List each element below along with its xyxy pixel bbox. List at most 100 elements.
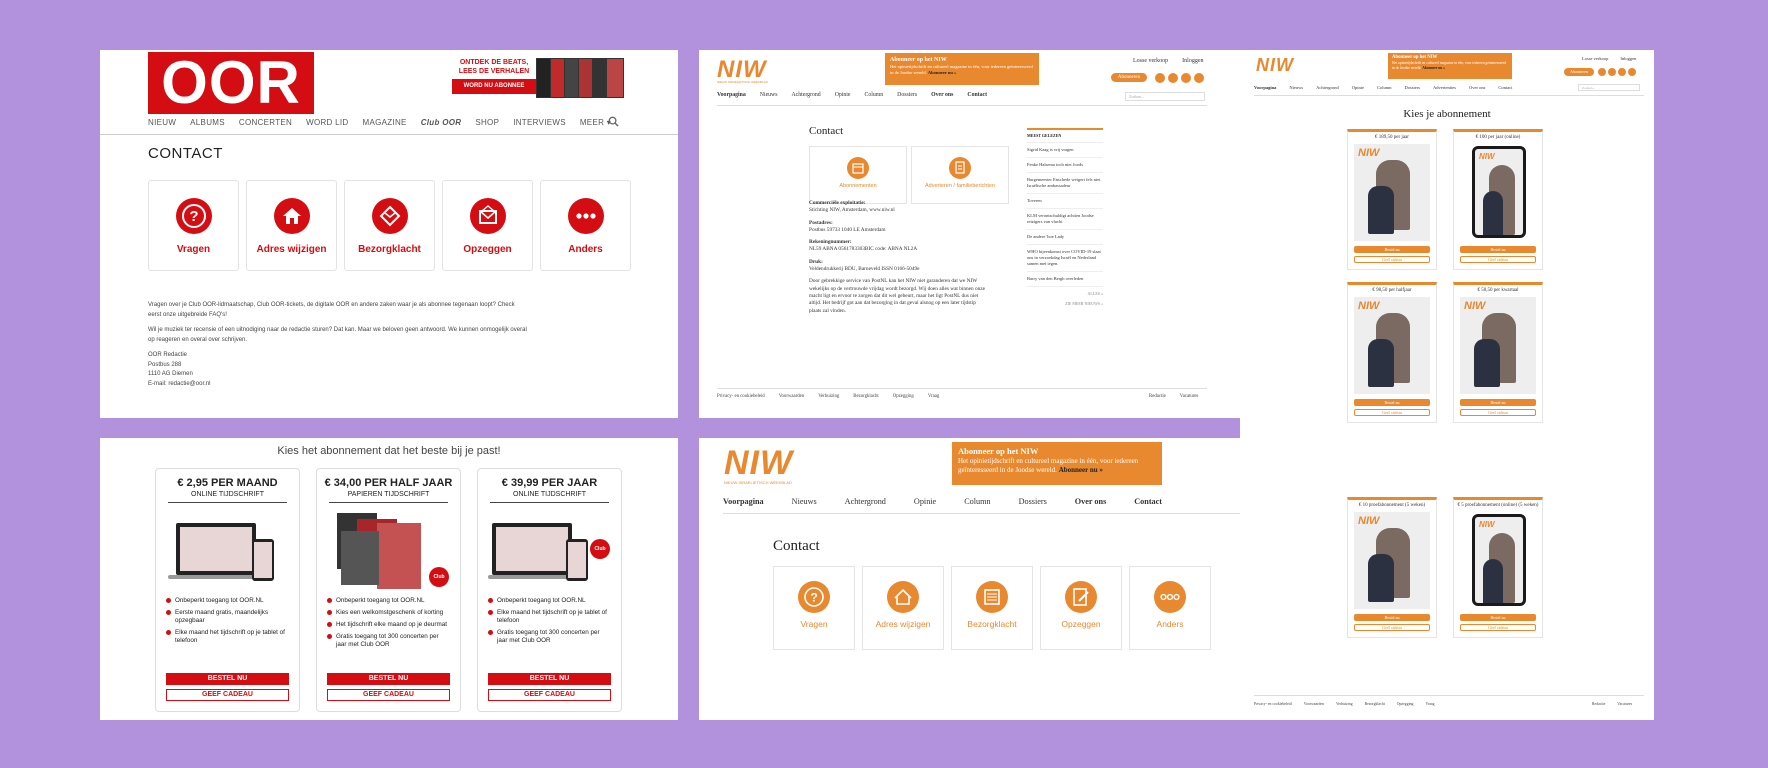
footer-link[interactable]: Privacy- en cookiebeleid bbox=[1254, 702, 1292, 706]
nav-item[interactable]: Opinie bbox=[835, 92, 851, 98]
subscribe-now-button[interactable]: WORD NU ABONNEE bbox=[452, 79, 536, 94]
nav-item[interactable]: NIEUW bbox=[148, 118, 176, 127]
nav-item[interactable]: INTERVIEWS bbox=[513, 118, 566, 127]
nav-item[interactable]: Voorpagina bbox=[717, 92, 746, 98]
nav-item[interactable]: Over ons bbox=[1469, 85, 1485, 90]
twitter-icon[interactable] bbox=[1598, 68, 1606, 76]
nav-item[interactable]: Column bbox=[1377, 85, 1392, 90]
nav-item[interactable]: Achtergrond bbox=[1316, 85, 1339, 90]
give-gift-button[interactable]: GEEF CADEAU bbox=[488, 689, 611, 701]
footer-link[interactable]: Bezorgklacht bbox=[1365, 702, 1385, 706]
nav-item[interactable]: Opinie bbox=[914, 497, 936, 506]
footer-link[interactable]: Opzegging bbox=[893, 394, 914, 399]
sidebar-article[interactable]: KLM verontschuldigt achtien Joodse reizi… bbox=[1027, 209, 1103, 230]
nav-item[interactable]: WORD LID bbox=[306, 118, 348, 127]
give-gift-button[interactable]: GEEF CADEAU bbox=[166, 689, 289, 701]
nav-item[interactable]: Achtergrond bbox=[845, 497, 886, 506]
contact-card-bezorgklacht[interactable]: Bezorgklacht bbox=[951, 566, 1033, 650]
contact-card-bezorgklacht[interactable]: Bezorgklacht bbox=[344, 180, 435, 271]
footer-link[interactable]: Redactie bbox=[1592, 702, 1605, 706]
footer-link[interactable]: Vraag bbox=[1425, 702, 1434, 706]
subscribe-banner[interactable]: Abonneer op het NIW Het opinietijdschrif… bbox=[952, 442, 1162, 485]
banner-link[interactable]: Abonneer nu » bbox=[1059, 466, 1103, 474]
contact-card-opzeggen[interactable]: Opzeggen bbox=[442, 180, 533, 271]
twitter-icon[interactable] bbox=[1155, 73, 1165, 83]
sidebar-article[interactable]: Fenke Halsema toch niet Joods bbox=[1027, 158, 1103, 173]
footer-link[interactable]: Verhuizing bbox=[1336, 702, 1353, 706]
nav-item[interactable]: SHOP bbox=[475, 118, 499, 127]
footer-link[interactable]: Vraag bbox=[928, 394, 939, 399]
nav-item[interactable]: Over ons bbox=[931, 92, 953, 98]
order-now-button[interactable]: BESTEL NU bbox=[488, 673, 611, 685]
nav-item-more[interactable]: MEER ▾ bbox=[580, 118, 611, 127]
nav-item[interactable]: Contact bbox=[1134, 497, 1162, 506]
banner-link[interactable]: Abonneer nu » bbox=[1422, 66, 1445, 70]
order-now-button[interactable]: BESTEL NU bbox=[166, 673, 289, 685]
instagram-icon[interactable] bbox=[1618, 68, 1626, 76]
nav-item[interactable]: Dossiers bbox=[1019, 497, 1047, 506]
nav-item[interactable]: Over ons bbox=[1075, 497, 1106, 506]
order-now-button[interactable]: Bestel nu bbox=[1354, 614, 1430, 621]
instagram-icon[interactable] bbox=[1181, 73, 1191, 83]
niw-logo[interactable]: NIW bbox=[724, 444, 793, 483]
give-gift-button[interactable]: Geef cadeau bbox=[1460, 256, 1536, 263]
nav-item[interactable]: Voorpagina bbox=[1254, 85, 1276, 90]
footer-link[interactable]: Privacy- en cookiebeleid bbox=[717, 394, 765, 399]
give-gift-button[interactable]: Geef cadeau bbox=[1460, 624, 1536, 631]
more-news-link[interactable]: ZIE MEER NIEUWS » bbox=[1027, 301, 1103, 307]
mail-icon[interactable] bbox=[1628, 68, 1636, 76]
facebook-icon[interactable] bbox=[1608, 68, 1616, 76]
nav-item[interactable]: Voorpagina bbox=[723, 497, 764, 506]
contact-card-vragen[interactable]: ? Vragen bbox=[773, 566, 855, 650]
nav-item[interactable]: Contact bbox=[1498, 85, 1512, 90]
give-gift-button[interactable]: GEEF CADEAU bbox=[327, 689, 450, 701]
nav-item[interactable]: MAGAZINE bbox=[363, 118, 407, 127]
nav-item[interactable]: Advertenties bbox=[1433, 85, 1456, 90]
order-now-button[interactable]: Bestel nu bbox=[1460, 399, 1536, 406]
login-link[interactable]: Inloggen bbox=[1620, 56, 1636, 61]
footer-link[interactable]: Voorwaarden bbox=[1304, 702, 1324, 706]
nav-item[interactable]: Contact bbox=[967, 92, 987, 98]
contact-card-adres[interactable]: Adres wijzigen bbox=[862, 566, 944, 650]
contact-card-anders[interactable]: Anders bbox=[1129, 566, 1211, 650]
search-input[interactable]: Zoeken... bbox=[1578, 84, 1640, 91]
nav-item[interactable]: Nieuws bbox=[792, 497, 817, 506]
contact-card-anders[interactable]: Anders bbox=[540, 180, 631, 271]
abonneren-button[interactable]: Abonneren bbox=[1111, 73, 1147, 82]
nav-item[interactable]: Opinie bbox=[1352, 85, 1364, 90]
order-now-button[interactable]: Bestel nu bbox=[1460, 614, 1536, 621]
contact-card-vragen[interactable]: ? Vragen bbox=[148, 180, 239, 271]
footer-link[interactable]: Opzegging bbox=[1397, 702, 1414, 706]
losse-verkoop-link[interactable]: Losse verkoop bbox=[1582, 56, 1608, 61]
oor-logo[interactable]: OOR bbox=[148, 52, 314, 114]
nav-item[interactable]: Achtergrond bbox=[792, 92, 821, 98]
search-icon[interactable] bbox=[608, 116, 619, 127]
footer-link[interactable]: Redactie bbox=[1149, 394, 1166, 399]
sidebar-article[interactable]: Toveren bbox=[1027, 194, 1103, 209]
footer-link[interactable]: Vacatures bbox=[1180, 394, 1199, 399]
nav-item[interactable]: Nieuws bbox=[1289, 85, 1303, 90]
nav-item[interactable]: CONCERTEN bbox=[239, 118, 292, 127]
give-gift-button[interactable]: Geef cadeau bbox=[1460, 409, 1536, 416]
contact-card-opzeggen[interactable]: Opzeggen bbox=[1040, 566, 1122, 650]
sidebar-article[interactable]: De andere 'hoe Lady bbox=[1027, 230, 1103, 245]
nav-item[interactable]: ALBUMS bbox=[190, 118, 225, 127]
footer-link[interactable]: Voorwaarden bbox=[779, 394, 805, 399]
sidebar-article[interactable]: Barry van den Bergh overleden bbox=[1027, 272, 1103, 287]
email-line[interactable]: E-mail: redactie@oor.nl bbox=[148, 380, 528, 390]
give-gift-button[interactable]: Geef cadeau bbox=[1354, 624, 1430, 631]
sidebar-article[interactable]: WHO bijeenkomst over COVID-19 slaat ons … bbox=[1027, 245, 1103, 272]
order-now-button[interactable]: Bestel nu bbox=[1354, 246, 1430, 253]
contact-card-adres[interactable]: Adres wijzigen bbox=[246, 180, 337, 271]
subscribe-banner[interactable]: Abonneer op het NIW Het opinietijdschrif… bbox=[885, 53, 1039, 85]
nav-item[interactable]: Nieuws bbox=[760, 92, 778, 98]
nav-item[interactable]: Column bbox=[864, 92, 883, 98]
search-input[interactable]: Zoeken... bbox=[1125, 92, 1205, 101]
losse-verkoop-link[interactable]: Losse verkoop bbox=[1133, 58, 1168, 64]
subscribe-banner[interactable]: Abonneer op het NIW Het opinietijdschrif… bbox=[1388, 53, 1512, 79]
nav-item[interactable]: Column bbox=[964, 497, 990, 506]
give-gift-button[interactable]: Geef cadeau bbox=[1354, 409, 1430, 416]
abonneren-button[interactable]: Abonneren bbox=[1564, 68, 1594, 76]
facebook-icon[interactable] bbox=[1168, 73, 1178, 83]
banner-link[interactable]: Abonneer nu » bbox=[928, 70, 956, 75]
